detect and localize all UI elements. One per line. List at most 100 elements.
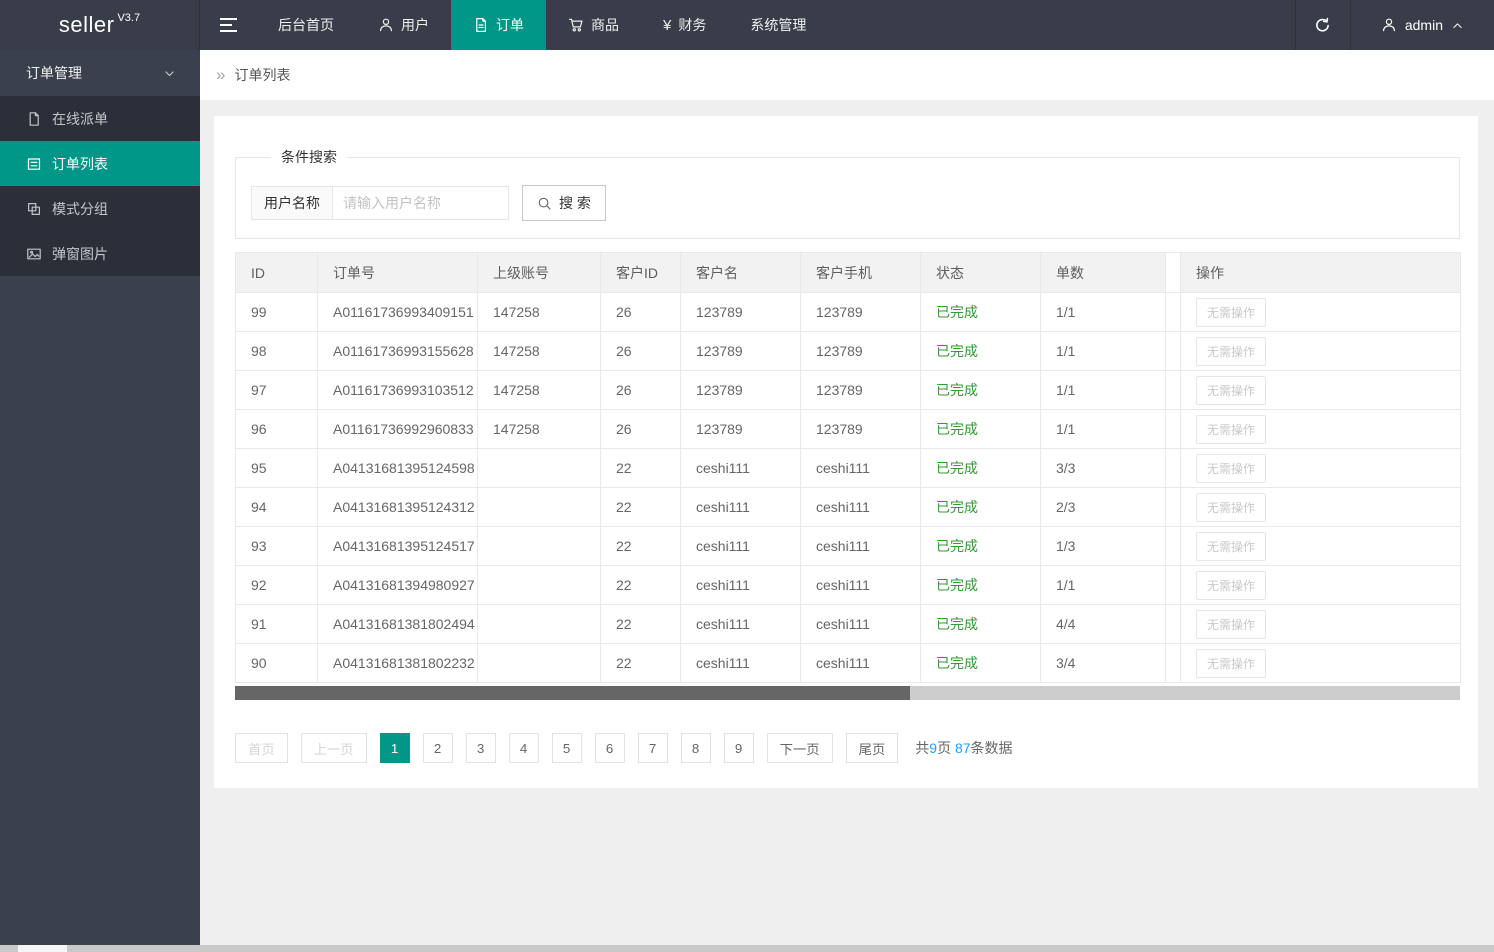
app-logo: seller V3.7	[0, 0, 200, 50]
table-cell-action: 无需操作	[1180, 409, 1461, 449]
no-action-button[interactable]: 无需操作	[1196, 648, 1267, 678]
table-cell: 123789	[680, 409, 801, 449]
table-cell	[477, 487, 601, 527]
no-action-button[interactable]: 无需操作	[1196, 336, 1267, 366]
table-cell-action: 无需操作	[1180, 526, 1461, 566]
sidebar-group-order-management[interactable]: 订单管理	[0, 50, 200, 96]
sidebar-item-2[interactable]: 订单列表	[0, 141, 200, 186]
table-row: 90 A04131681381802232 22 ceshi111 ceshi111 已完…	[235, 643, 1461, 683]
cart-icon	[568, 17, 584, 33]
page-number-button[interactable]: 5	[551, 733, 582, 763]
page-next-button[interactable]: 下一页	[766, 733, 833, 763]
no-action-button[interactable]: 无需操作	[1196, 609, 1267, 639]
page-scrollbar-thumb[interactable]	[18, 945, 67, 952]
table-cell-gap	[1165, 292, 1181, 332]
table-cell: 94	[235, 487, 318, 527]
chevron-up-icon	[1451, 19, 1464, 32]
table-cell: 已完成	[920, 526, 1041, 566]
main-area: » 订单列表 条件搜索 用户名称 搜 索 ID订单号上级账号客户ID客户名客	[200, 50, 1494, 952]
sidebar-item-4[interactable]: 弹窗图片	[0, 231, 200, 276]
table-cell: 3/4	[1040, 643, 1166, 683]
table-cell-action: 无需操作	[1180, 292, 1461, 332]
table-cell: 26	[600, 292, 681, 332]
table-cell: 22	[600, 565, 681, 605]
breadcrumb-current: 订单列表	[234, 67, 291, 83]
table-cell	[477, 565, 601, 605]
nav-item-6[interactable]: 系统管理	[728, 0, 828, 50]
nav-item-label: 用户	[401, 17, 429, 33]
table-cell: A04131681395124598	[317, 448, 478, 488]
page-number-button[interactable]: 6	[594, 733, 625, 763]
search-button-label: 搜 索	[559, 195, 591, 211]
table-cell-gap	[1165, 604, 1181, 644]
sidebar-item-1[interactable]: 在线派单	[0, 96, 200, 141]
page-first-button[interactable]: 首页	[235, 733, 288, 763]
no-action-button[interactable]: 无需操作	[1196, 453, 1267, 483]
nav-item-1[interactable]: 后台首页	[256, 0, 356, 50]
table-cell-action: 无需操作	[1180, 565, 1461, 605]
nav-item-label: 商品	[591, 17, 619, 33]
file-icon	[26, 111, 42, 127]
nav-item-3[interactable]: 订单	[451, 0, 546, 50]
table-cell: 147258	[477, 370, 601, 410]
sidebar-toggle-icon[interactable]	[200, 0, 256, 50]
nav-item-4[interactable]: 商品	[546, 0, 641, 50]
no-action-button[interactable]: 无需操作	[1196, 492, 1267, 522]
breadcrumb-icon: »	[216, 64, 226, 84]
column-header: 状态	[920, 252, 1041, 293]
table-cell: 93	[235, 526, 318, 566]
table-cell: 99	[235, 292, 318, 332]
table-cell: ceshi111	[800, 526, 921, 566]
table-cell: 123789	[800, 409, 921, 449]
no-action-button[interactable]: 无需操作	[1196, 375, 1267, 405]
nav-item-label: 财务	[678, 17, 707, 33]
page-number-button[interactable]: 8	[680, 733, 711, 763]
table-cell: ceshi111	[800, 643, 921, 683]
sidebar-item-3[interactable]: 模式分组	[0, 186, 200, 231]
username-input[interactable]	[333, 186, 509, 220]
no-action-button[interactable]: 无需操作	[1196, 414, 1267, 444]
table-cell	[477, 604, 601, 644]
table-row: 96 A01161736992960833 147258 26 123789 123789…	[235, 409, 1461, 449]
table-horizontal-scrollbar[interactable]	[235, 686, 1460, 700]
table-cell	[477, 448, 601, 488]
page-prev-button[interactable]: 上一页	[300, 733, 367, 763]
table-cell: 1/1	[1040, 292, 1166, 332]
table-scrollbar-thumb[interactable]	[235, 686, 910, 700]
nav-item-5[interactable]: ¥ 财务	[641, 0, 728, 50]
page-number-button[interactable]: 9	[723, 733, 754, 763]
table-cell-action: 无需操作	[1180, 370, 1461, 410]
table-row: 92 A04131681394980927 22 ceshi111 ceshi111 已完…	[235, 565, 1461, 605]
page-number-button[interactable]: 1	[379, 733, 410, 763]
nav-item-label: 系统管理	[750, 17, 807, 33]
page-number-button[interactable]: 2	[422, 733, 453, 763]
table-cell: 95	[235, 448, 318, 488]
table-cell: ceshi111	[800, 604, 921, 644]
table-cell: 147258	[477, 409, 601, 449]
search-icon	[537, 196, 552, 211]
page-number-button[interactable]: 3	[465, 733, 496, 763]
page-number-button[interactable]: 7	[637, 733, 668, 763]
column-header: 客户名	[680, 252, 801, 293]
yen-icon: ¥	[663, 16, 672, 34]
refresh-button[interactable]	[1294, 0, 1351, 50]
table-cell: 123789	[800, 370, 921, 410]
chevron-down-icon	[163, 67, 176, 80]
nav-item-2[interactable]: 用户	[356, 0, 451, 50]
no-action-button[interactable]: 无需操作	[1196, 297, 1267, 327]
search-button[interactable]: 搜 索	[522, 185, 606, 221]
table-cell	[477, 526, 601, 566]
no-action-button[interactable]: 无需操作	[1196, 570, 1267, 600]
table-cell: 22	[600, 604, 681, 644]
table-cell: 147258	[477, 331, 601, 371]
column-header: 单数	[1040, 252, 1166, 293]
page-last-button[interactable]: 尾页	[845, 733, 899, 763]
pagination: 首页 上一页 1 2 3 4 5 6 7 8 9 下一页 尾页 共9页 87条数据	[235, 733, 1460, 763]
page-horizontal-scrollbar[interactable]	[0, 945, 1494, 952]
no-action-button[interactable]: 无需操作	[1196, 531, 1267, 561]
table-cell: ceshi111	[680, 448, 801, 488]
breadcrumb: » 订单列表	[200, 50, 1494, 100]
admin-menu[interactable]: admin	[1351, 0, 1494, 50]
page-number-button[interactable]: 4	[508, 733, 539, 763]
table-cell-gap	[1165, 565, 1181, 605]
